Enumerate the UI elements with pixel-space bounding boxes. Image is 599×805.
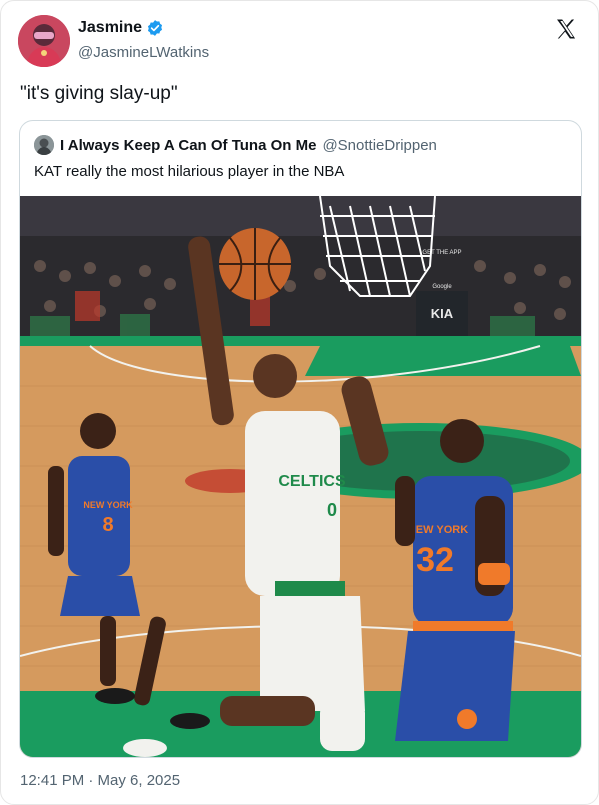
quoted-author-handle[interactable]: @SnottieDrippen: [322, 137, 436, 154]
tweet-text: "it's giving slay-up": [20, 83, 178, 104]
author-avatar[interactable]: [18, 15, 70, 67]
svg-text:32: 32: [416, 541, 454, 579]
svg-text:CELTICS: CELTICS: [278, 473, 346, 490]
svg-text:NEW YORK: NEW YORK: [408, 524, 468, 536]
svg-text:NEW YORK: NEW YORK: [83, 500, 133, 510]
quoted-tweet-photo[interactable]: KIA GET THE APP Google 8 NEW YORK CELTIC…: [20, 196, 581, 757]
x-logo-icon[interactable]: [554, 17, 578, 41]
author-handle[interactable]: @JasmineLWatkins: [78, 44, 209, 61]
svg-text:0: 0: [327, 500, 337, 520]
quoted-tweet-text: KAT really the most hilarious player in …: [34, 163, 345, 180]
quoted-author-avatar[interactable]: [34, 135, 54, 155]
quoted-author-display-name[interactable]: I Always Keep A Can Of Tuna On Me: [60, 137, 316, 154]
author-display-name[interactable]: Jasmine: [78, 19, 142, 37]
quoted-tweet-header: I Always Keep A Can Of Tuna On Me @Snott…: [34, 135, 437, 155]
author-name-row: Jasmine: [78, 19, 164, 37]
svg-text:8: 8: [102, 514, 113, 536]
quoted-tweet[interactable]: I Always Keep A Can Of Tuna On Me @Snott…: [19, 120, 582, 758]
kia-sign: KIA: [431, 306, 454, 321]
basketball: [219, 228, 291, 300]
tweet-card: Jasmine @JasmineLWatkins "it's giving sl…: [0, 0, 599, 805]
tweet-timestamp[interactable]: 12:41 PM · May 6, 2025: [20, 772, 180, 789]
google-sign: Google: [432, 284, 452, 290]
verified-badge-icon: [147, 20, 163, 36]
